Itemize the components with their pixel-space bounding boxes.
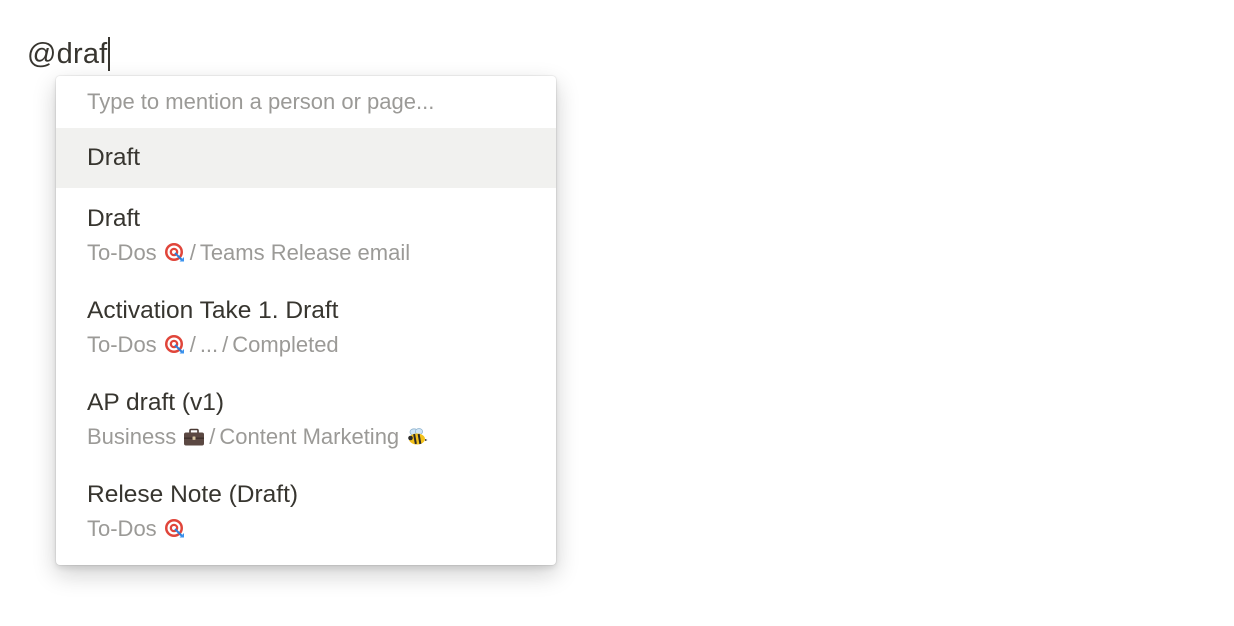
mention-item-draft-highlighted[interactable]: Draft [56, 128, 556, 188]
breadcrumb-segment: Completed [232, 331, 339, 357]
breadcrumb-separator: / [209, 423, 216, 449]
mention-item-title: Draft [87, 204, 141, 232]
mention-item-ap-draft-v1[interactable]: AP draft (v1) Business / Content Marketi… [56, 372, 556, 464]
mention-item-draft[interactable]: Draft To-Dos / Teams Release email [56, 188, 556, 280]
mention-item-activation-take-1-draft[interactable]: Activation Take 1. Draft To-Dos / ... / … [56, 280, 556, 372]
breadcrumb-separator: / [222, 331, 229, 357]
breadcrumb-separator: / [189, 331, 196, 357]
target-icon [164, 242, 186, 264]
mention-item-breadcrumb: Business / Content Marketing [87, 422, 556, 452]
bee-icon [406, 426, 428, 448]
breadcrumb-segment: To-Dos [87, 331, 157, 357]
mention-menu-placeholder: Type to mention a person or page... [87, 89, 435, 114]
mention-item-title: Relese Note (Draft) [87, 480, 299, 508]
mention-item-breadcrumb: To-Dos / Teams Release email [87, 238, 556, 268]
breadcrumb-segment: To-Dos [87, 515, 157, 541]
briefcase-icon [183, 426, 205, 448]
editor-text-line[interactable]: @draf [27, 34, 110, 74]
breadcrumb-separator: / [189, 239, 196, 265]
breadcrumb-segment: Business [87, 423, 177, 449]
breadcrumb-segment: Content Marketing [219, 423, 400, 449]
target-icon [164, 518, 186, 540]
typed-mention-text: @draf [27, 37, 108, 70]
mention-item-breadcrumb: To-Dos / ... / Completed [87, 330, 556, 360]
mention-item-breadcrumb: To-Dos [87, 514, 556, 544]
mention-menu: Type to mention a person or page... Draf… [56, 76, 556, 565]
mention-item-relese-note-draft[interactable]: Relese Note (Draft) To-Dos [56, 464, 556, 556]
breadcrumb-segment: ... [199, 331, 219, 357]
mention-item-title: Draft [87, 144, 141, 171]
breadcrumb-segment: Teams Release email [199, 239, 411, 265]
text-caret [108, 37, 110, 71]
mention-item-title: AP draft (v1) [87, 388, 225, 416]
breadcrumb-segment: To-Dos [87, 239, 157, 265]
mention-item-title: Activation Take 1. Draft [87, 296, 339, 324]
target-icon [164, 334, 186, 356]
